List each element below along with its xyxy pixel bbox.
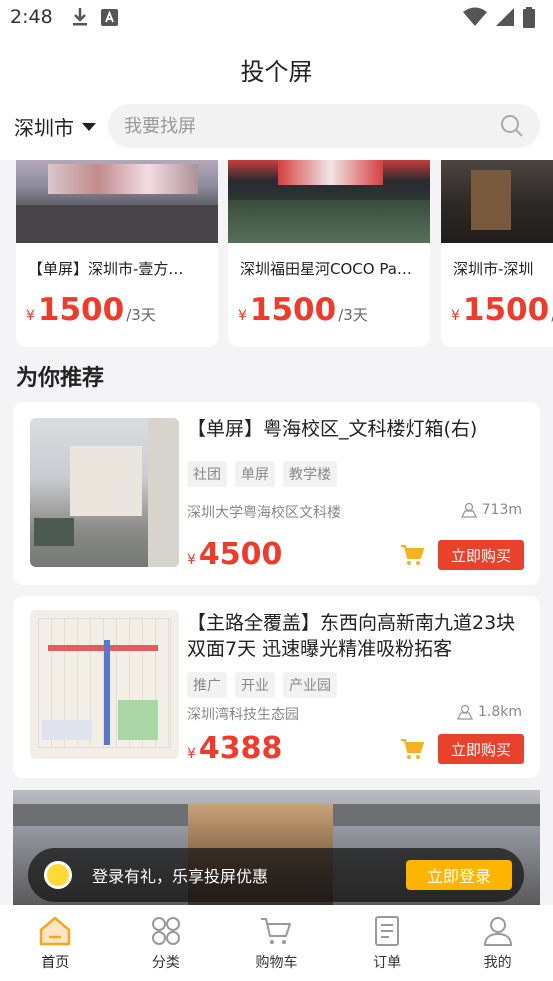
item-price: ¥4500 — [187, 537, 283, 572]
status-bar: 2:48 — [0, 0, 553, 34]
screen-thumbnail — [228, 160, 430, 243]
tag: 教学楼 — [283, 461, 337, 487]
recommend-card[interactable]: 【主路全覆盖】东西向高新南九道23块双面7天 迅速曝光精准吸粉拓客 推广 开业 … — [13, 596, 540, 778]
buy-now-button[interactable]: 立即购买 — [438, 540, 524, 570]
profile-icon — [483, 917, 512, 946]
hot-card-price: ¥1500/3天 — [238, 292, 368, 328]
caret-down-icon — [82, 122, 96, 131]
login-prompt: 登录有礼，乐享投屏优惠 立即登录 — [28, 848, 524, 902]
screen-thumbnail — [30, 418, 179, 567]
home-icon — [40, 916, 71, 946]
item-location: 深圳大学粤海校区文科楼 — [187, 505, 341, 521]
hot-card-title: 【单屏】深圳市-壹方… — [28, 260, 184, 278]
order-icon — [375, 916, 400, 946]
cart-icon — [261, 918, 292, 944]
login-button[interactable]: 立即登录 — [406, 860, 512, 890]
item-distance: 713m — [460, 502, 522, 518]
hot-card[interactable]: 【单屏】深圳市-壹方… ¥1500/3天 — [16, 160, 218, 347]
tab-home[interactable]: 首页 — [0, 905, 111, 981]
hot-card-title: 深圳市-深圳 — [453, 260, 534, 278]
tag: 单屏 — [235, 461, 275, 487]
city-label: 深圳市 — [14, 116, 74, 140]
wifi-icon — [463, 7, 487, 26]
screen-thumbnail — [16, 160, 218, 243]
item-title: 【单屏】粤海校区_文科楼灯箱(右) — [187, 418, 478, 440]
screen-thumbnail — [441, 160, 553, 243]
tag-list: 推广 开业 产业园 — [187, 672, 337, 698]
page-title: 投个屏 — [240, 58, 313, 86]
search-icon[interactable] — [500, 114, 524, 138]
battery-icon — [523, 6, 535, 28]
tag: 开业 — [235, 672, 275, 698]
hot-card-title: 深圳福田星河COCO Pa… — [240, 260, 412, 278]
download-icon — [72, 8, 87, 26]
mascot-icon — [44, 861, 72, 889]
tag-list: 社团 单屏 教学楼 — [187, 461, 337, 487]
screen-thumbnail — [30, 610, 179, 759]
hot-card-price: ¥1500/ — [451, 292, 553, 328]
item-price: ¥4388 — [187, 731, 283, 766]
item-title: 【主路全覆盖】东西向高新南九道23块双面7天 迅速曝光精准吸粉拓客 — [187, 612, 516, 660]
search-input[interactable] — [124, 115, 500, 137]
add-to-cart-icon[interactable] — [400, 544, 424, 566]
section-title: 为你推荐 — [16, 366, 105, 391]
status-time: 2:48 — [10, 6, 53, 28]
header: 投个屏 深圳市 — [0, 34, 553, 160]
tag: 社团 — [187, 461, 227, 487]
item-location: 深圳湾科技生态园 — [187, 707, 299, 723]
tab-profile[interactable]: 我的 — [442, 905, 553, 981]
add-to-cart-icon[interactable] — [400, 738, 424, 760]
hot-card[interactable]: 深圳福田星河COCO Pa… ¥1500/3天 — [228, 160, 430, 347]
search-bar[interactable] — [108, 104, 540, 148]
recommend-card[interactable]: 【单屏】粤海校区_文科楼灯箱(右) 社团 单屏 教学楼 深圳大学粤海校区文科楼 … — [13, 402, 540, 585]
location-person-icon — [460, 502, 477, 518]
tab-orders[interactable]: 订单 — [332, 905, 443, 981]
notification-a-icon — [100, 8, 118, 26]
item-distance: 1.8km — [456, 704, 522, 720]
city-selector[interactable]: 深圳市 — [14, 112, 96, 141]
signal-icon — [496, 8, 514, 26]
buy-now-button[interactable]: 立即购买 — [438, 734, 524, 764]
location-person-icon — [456, 704, 474, 720]
bottom-tab-bar: 首页 分类 购物车 订单 我的 — [0, 905, 553, 981]
tab-category[interactable]: 分类 — [111, 905, 222, 981]
tag: 推广 — [187, 672, 227, 698]
login-prompt-text: 登录有礼，乐享投屏优惠 — [92, 867, 269, 886]
hot-card[interactable]: 深圳市-深圳 ¥1500/ — [441, 160, 553, 347]
hot-card-price: ¥1500/3天 — [26, 292, 156, 328]
tag: 产业园 — [283, 672, 337, 698]
hot-screens-carousel[interactable]: 【单屏】深圳市-壹方… ¥1500/3天 深圳福田星河COCO Pa… ¥150… — [0, 160, 553, 350]
category-icon — [151, 917, 180, 945]
tab-cart[interactable]: 购物车 — [221, 905, 332, 981]
